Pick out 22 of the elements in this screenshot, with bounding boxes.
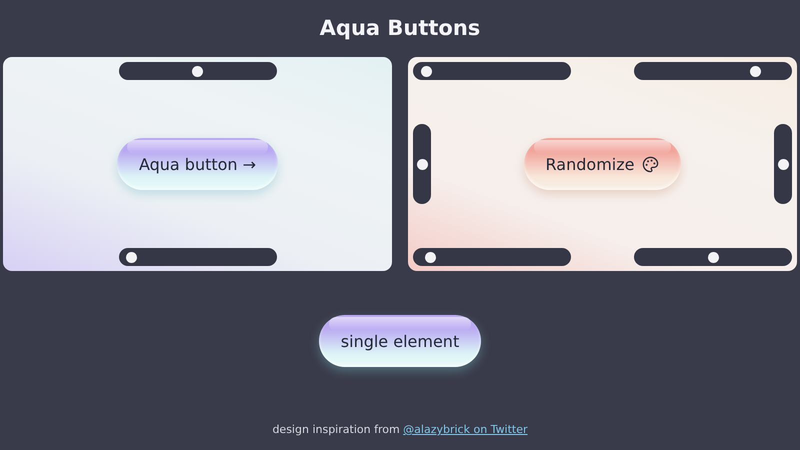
slider-track[interactable] — [413, 62, 571, 80]
slider-track[interactable] — [118, 248, 276, 266]
slider-thumb[interactable] — [778, 158, 788, 170]
aqua-button[interactable]: Aqua button → — [116, 138, 278, 190]
slider-track[interactable] — [774, 124, 792, 204]
slider-track[interactable] — [413, 248, 571, 266]
twitter-link[interactable]: @alazybrick on Twitter — [403, 423, 528, 436]
slider-track[interactable] — [118, 62, 276, 80]
slider-thumb[interactable] — [192, 66, 203, 76]
slider-thumb[interactable] — [126, 252, 138, 262]
page-title: Aqua Buttons — [320, 16, 480, 42]
slider-thumb[interactable] — [416, 158, 428, 170]
aqua-button[interactable]: single element — [318, 315, 482, 367]
slider-thumb[interactable] — [424, 252, 436, 262]
slider-track[interactable] — [634, 62, 792, 80]
slider-thumb[interactable] — [750, 66, 760, 76]
slider-track[interactable] — [413, 124, 431, 204]
aqua-button[interactable]: Randomize — [524, 138, 682, 190]
slider-track[interactable] — [634, 248, 792, 266]
slider-thumb[interactable] — [420, 66, 432, 76]
credit-text: design inspiration from — [272, 423, 400, 436]
slider-thumb[interactable] — [708, 252, 718, 262]
